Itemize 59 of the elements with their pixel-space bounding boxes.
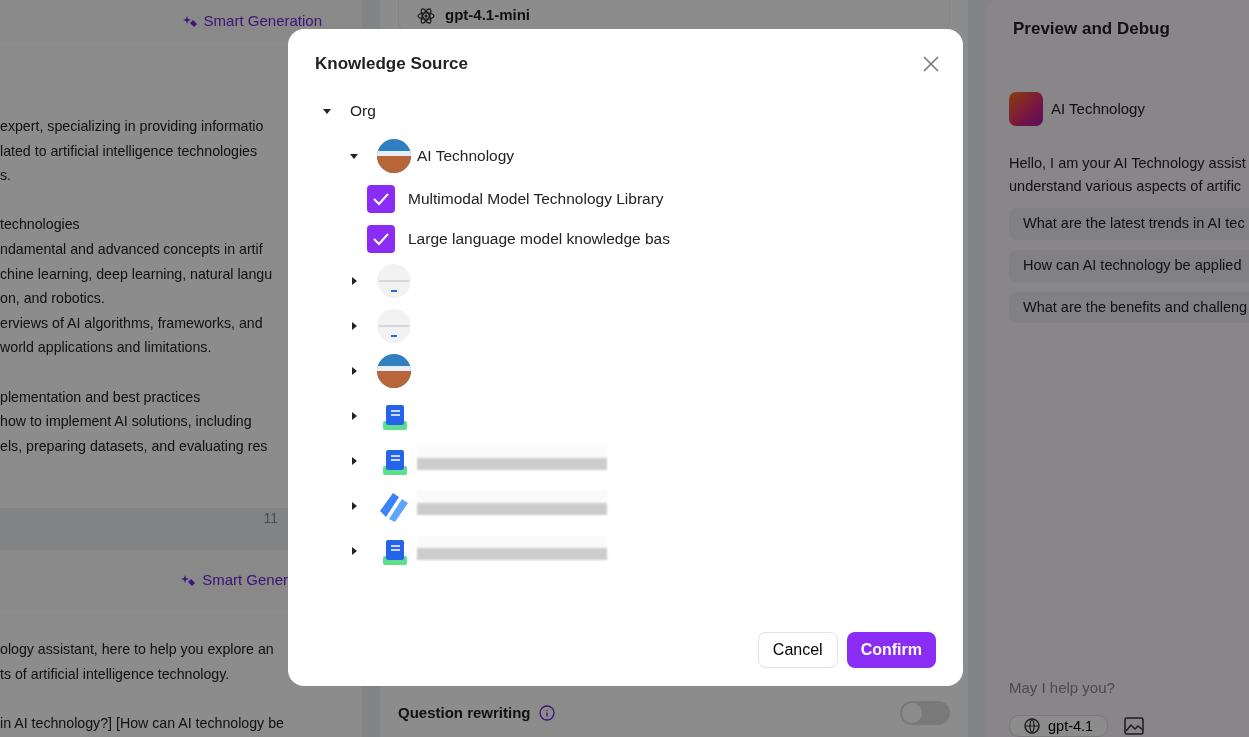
suggested-question[interactable]: What are the latest trends in AI tec (1009, 208, 1249, 240)
expand-caret-icon[interactable] (349, 411, 359, 421)
chat-input[interactable]: May I help you? (1009, 666, 1249, 715)
prompt-text-line: in AI technology?] [How can AI technology be (0, 714, 284, 734)
expand-caret-icon[interactable] (349, 546, 359, 556)
logo-thumbnail (377, 309, 411, 343)
globe-icon (1024, 718, 1040, 734)
prompt-text-line: chine learning, deep learning, natural langu (0, 264, 273, 284)
tree-item-label[interactable]: Large language model knowledge bas (408, 226, 670, 251)
cancel-button[interactable]: Cancel (757, 632, 838, 668)
prompt-text-line: lated to artificial intelligence technologies (0, 141, 258, 161)
greeting-text: understand various aspects of artific (1009, 177, 1243, 196)
expand-caret-icon[interactable] (349, 456, 359, 466)
expand-caret-icon[interactable] (349, 321, 359, 331)
prompt-text-line: plementation and best practices (0, 387, 201, 407)
suggested-question[interactable]: What are the benefits and challeng (1009, 291, 1249, 324)
checkmark-icon (372, 191, 390, 206)
image-icon (1124, 717, 1145, 735)
greeting-text: Hello, I am your AI Technology assist (1009, 154, 1247, 173)
smart-generation-link[interactable]: Smart Generation (181, 9, 322, 33)
prompt-text-line: ts of artificial intelligence technology. (0, 664, 230, 684)
atom-icon (417, 6, 435, 25)
smart-generation-link[interactable]: Smart Gener (180, 568, 288, 592)
assistant-avatar (1009, 92, 1043, 126)
confirm-button[interactable]: Confirm (846, 632, 936, 668)
tree-item-label[interactable]: AI Technology (417, 144, 515, 168)
prompt-text-line: erviews of AI algorithms, frameworks, and (0, 313, 263, 333)
expand-caret-icon[interactable] (349, 366, 359, 376)
tree-item-label[interactable]: Org (350, 99, 376, 123)
assistant-name: AI Technology (1051, 98, 1145, 119)
checkbox[interactable] (367, 184, 395, 213)
expand-caret-icon[interactable] (349, 501, 359, 511)
model-selector[interactable]: gpt-4.1-mini (398, 0, 950, 32)
prompt-text-line: on, and robotics. (0, 289, 105, 309)
character-count: 11 (263, 510, 278, 526)
prompt-text-line: expert, specializing in providing informatio (0, 117, 264, 136)
prompt-text-line: s. (0, 166, 12, 186)
prompt-text-line: world applications and limitations. (0, 338, 212, 358)
checkbox[interactable] (367, 224, 395, 253)
setting-label: Question rewriting (398, 702, 531, 723)
prompt-text-line: els, preparing datasets, and evaluating res (0, 436, 268, 456)
prompt-text-line: technologies (0, 215, 80, 235)
prompt-text-line: how to implement AI solutions, including (0, 412, 252, 432)
logo-thumbnail (377, 264, 411, 298)
model-button[interactable]: gpt-4.1 (1009, 715, 1109, 737)
collapse-caret-icon[interactable] (349, 151, 359, 161)
landscape-photo (377, 354, 411, 388)
prompt-text-line: ndamental and advanced concepts in artif (0, 239, 263, 259)
expand-caret-icon[interactable] (349, 276, 359, 286)
landscape-photo (377, 139, 411, 173)
suggested-question[interactable]: How can AI technology be applied (1009, 249, 1249, 282)
close-icon (923, 56, 939, 73)
prompt-text-line: ology assistant, here to help you explore an (0, 640, 274, 659)
collapse-caret-icon[interactable] (322, 106, 332, 116)
checkmark-icon (372, 231, 390, 246)
info-icon (538, 705, 555, 721)
dialog-title: Knowledge Source (315, 53, 469, 75)
panel-title: Preview and Debug (1012, 18, 1171, 40)
tree-item-label[interactable]: Multimodal Model Technology Library (408, 186, 664, 211)
